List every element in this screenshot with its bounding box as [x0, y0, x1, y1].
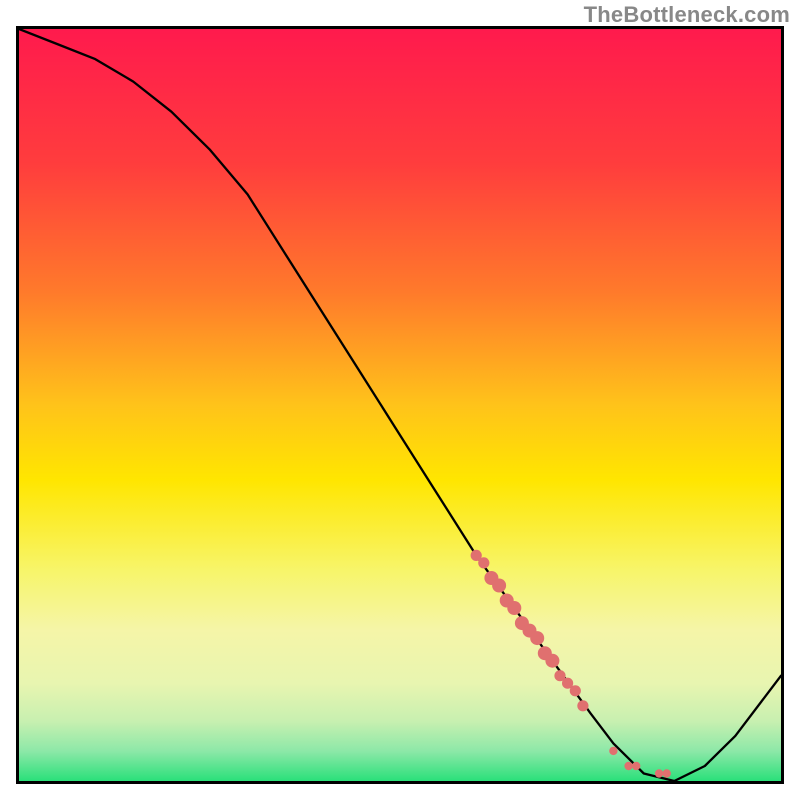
highlight-cluster: [471, 550, 671, 778]
data-point: [530, 631, 544, 645]
data-point: [655, 769, 663, 777]
data-point: [478, 557, 489, 568]
plot-frame: [16, 26, 784, 784]
data-point: [663, 769, 671, 777]
data-point: [577, 700, 588, 711]
chart-svg: [19, 29, 781, 781]
data-point: [570, 685, 581, 696]
data-point: [545, 654, 559, 668]
data-point: [632, 762, 640, 770]
watermark-text: TheBottleneck.com: [584, 2, 790, 28]
data-point: [609, 747, 617, 755]
data-point: [492, 579, 506, 593]
data-point: [624, 762, 632, 770]
chart-container: TheBottleneck.com: [0, 0, 800, 800]
data-point: [507, 601, 521, 615]
bottleneck-curve: [19, 29, 781, 781]
